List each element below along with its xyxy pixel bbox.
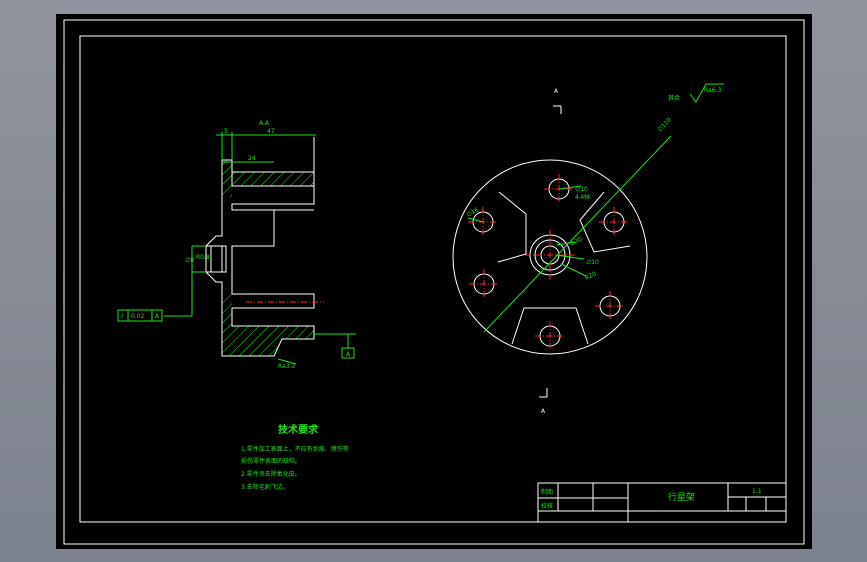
- drawing-svg: A-A 47 5 24 ∅8 R0.8 / 0.02 A A Ra3.2 ∅11…: [63, 19, 805, 545]
- dim-bore: 24: [248, 155, 256, 162]
- hole-left-lower: [469, 269, 499, 299]
- dim-center-1: ∅30: [569, 236, 584, 248]
- cut-label-bottom: A: [541, 408, 546, 415]
- hole-right-lower: [595, 291, 625, 321]
- technical-notes: 技术要求 1.零件加工表面上，不应有划痕、擦伤等 损伤零件表面的缺陷。 2.零件…: [241, 423, 349, 491]
- section-label: A-A: [259, 120, 270, 127]
- cut-label-top: A: [554, 88, 559, 95]
- center-bore: [525, 230, 575, 280]
- dim-overall: 47: [267, 128, 275, 135]
- dim-step: 5: [224, 128, 228, 135]
- section-hatch-top: [222, 160, 314, 197]
- sheet-inner-frame: [79, 35, 787, 523]
- section-view: A-A 47 5 24 ∅8 R0.8 / 0.02 A A Ra3.2: [117, 120, 356, 370]
- plan-view: ∅110 ∅10 4-M8 ∅16 ∅30 ∅10 R20 A A 其余 Ra6…: [452, 83, 724, 415]
- dim-hole-1b: 4-M8: [575, 194, 590, 201]
- title-block-frame: [537, 482, 787, 523]
- dim-side: ∅8: [185, 257, 194, 264]
- dim-line-hole: [467, 217, 484, 223]
- part-name: 行星架: [668, 491, 695, 503]
- dim-center-2: ∅10: [586, 259, 599, 266]
- tolerance-value: 0.02: [131, 313, 145, 320]
- title-row2-label: 校核: [541, 502, 553, 510]
- hole-right-upper: [599, 207, 629, 237]
- scale: 1:1: [752, 488, 762, 495]
- notes-title: 技术要求: [278, 423, 319, 436]
- dim-line-center: [560, 263, 587, 277]
- dim-line-outer: [483, 135, 672, 333]
- dim-outer-dia: ∅110: [656, 116, 673, 133]
- drawing-canvas[interactable]: A-A 47 5 24 ∅8 R0.8 / 0.02 A A Ra3.2 ∅11…: [56, 14, 812, 549]
- dim-hole-left: ∅16: [466, 206, 481, 219]
- notes-line-4: 3.去除毛刺飞边。: [241, 483, 289, 491]
- section-hatch-bottom: [222, 294, 314, 356]
- slot-left: [497, 191, 527, 263]
- dim-hole-1: ∅10: [575, 186, 588, 193]
- tolerance-symbol: /: [121, 313, 124, 320]
- notes-line-1: 1.零件加工表面上，不应有划痕、擦伤等: [241, 445, 349, 453]
- notes-line-2: 损伤零件表面的缺陷。: [241, 457, 301, 465]
- datum-marker: A: [346, 351, 351, 358]
- dim-center-3: R20: [584, 270, 598, 281]
- title-row1-label: 制图: [541, 488, 553, 496]
- roughness-top: Ra6.3: [704, 87, 721, 94]
- cad-viewport[interactable]: A-A 47 5 24 ∅8 R0.8 / 0.02 A A Ra3.2 ∅11…: [0, 0, 867, 562]
- tolerance-datum: A: [155, 313, 160, 320]
- notes-line-3: 2.零件须去除氧化皮。: [241, 470, 301, 478]
- dim-left-small: R0.8: [196, 254, 210, 261]
- roughness-section: Ra3.2: [278, 363, 295, 370]
- title-block: 制图 校核 行星架 1:1: [537, 482, 787, 523]
- hole-bottom: [535, 321, 565, 351]
- roughness-prefix: 其余: [668, 94, 680, 102]
